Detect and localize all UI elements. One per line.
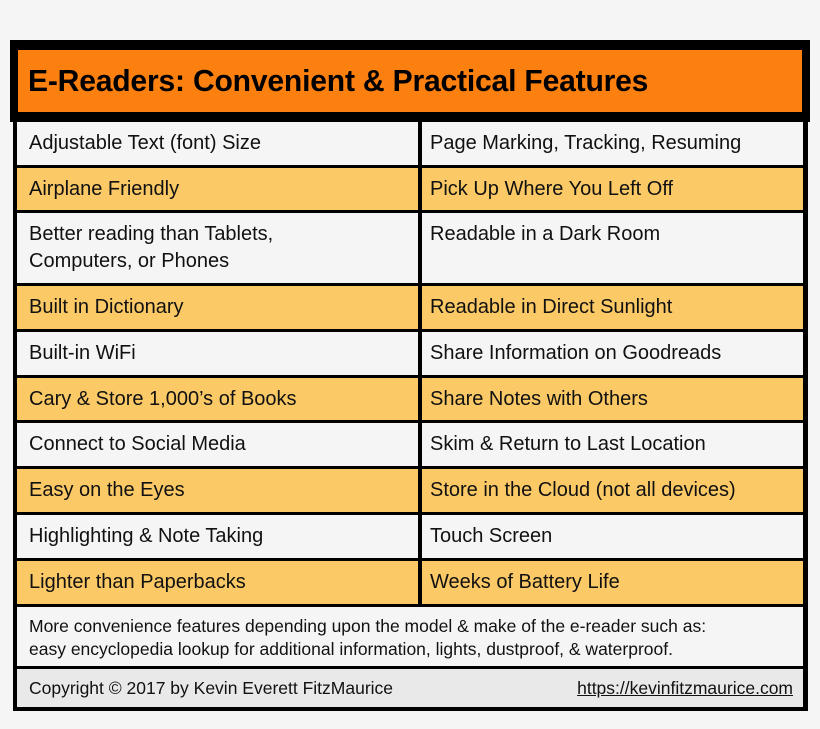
- feature-cell-left: Highlighting & Note Taking: [17, 515, 418, 558]
- feature-label: Store in the Cloud (not all devices): [430, 479, 736, 501]
- feature-cell-right: Pick Up Where You Left Off: [422, 168, 803, 210]
- feature-label: Built-in WiFi: [29, 342, 136, 364]
- feature-cell-left: Airplane Friendly: [17, 168, 418, 210]
- feature-cell-right: Readable in a Dark Room: [422, 213, 803, 283]
- feature-label-line2: Computers, or Phones: [29, 250, 230, 272]
- feature-label: Share Notes with Others: [430, 388, 648, 410]
- footer: Copyright © 2017 by Kevin Everett FitzMa…: [17, 669, 803, 707]
- feature-label: Share Information on Goodreads: [430, 342, 722, 364]
- feature-cell-right: Touch Screen: [422, 515, 803, 558]
- feature-label: Page Marking, Tracking, Resuming: [430, 132, 742, 154]
- feature-cell-left: Built-in WiFi: [17, 332, 418, 375]
- note-line-1: More convenience features depending upon…: [29, 616, 707, 636]
- feature-cell-right: Store in the Cloud (not all devices): [422, 469, 803, 512]
- feature-label: Built in Dictionary: [29, 296, 184, 318]
- features-table: Adjustable Text (font) Size Page Marking…: [13, 120, 808, 711]
- website-link[interactable]: https://kevinfitzmaurice.com: [577, 678, 793, 699]
- feature-cell-left: Adjustable Text (font) Size: [17, 122, 418, 165]
- feature-label: Highlighting & Note Taking: [29, 525, 264, 547]
- feature-label: Cary & Store 1,000’s of Books: [29, 388, 297, 410]
- title-banner: E-Readers: Convenient & Practical Featur…: [10, 40, 810, 122]
- feature-label: Adjustable Text (font) Size: [29, 132, 261, 154]
- note-line-2: easy encyclopedia lookup for additional …: [29, 639, 673, 659]
- feature-cell-left: Better reading than Tablets, Computers, …: [17, 213, 418, 283]
- feature-label: Better reading than Tablets,: [29, 223, 274, 245]
- feature-label: Weeks of Battery Life: [430, 571, 620, 593]
- feature-cell-right: Readable in Direct Sunlight: [422, 286, 803, 329]
- feature-label: Readable in Direct Sunlight: [430, 296, 673, 318]
- feature-cell-left: Connect to Social Media: [17, 423, 418, 466]
- feature-cell-right: Share Notes with Others: [422, 378, 803, 420]
- feature-cell-right: Share Information on Goodreads: [422, 332, 803, 375]
- copyright-text: Copyright © 2017 by Kevin Everett FitzMa…: [29, 677, 394, 698]
- feature-cell-left: Easy on the Eyes: [17, 469, 418, 512]
- feature-cell-right: Page Marking, Tracking, Resuming: [422, 122, 803, 165]
- title-banner-fill: E-Readers: Convenient & Practical Featur…: [18, 50, 802, 112]
- feature-cell-right: Skim & Return to Last Location: [422, 423, 803, 466]
- feature-label: Skim & Return to Last Location: [430, 433, 706, 455]
- feature-cell-left: Cary & Store 1,000’s of Books: [17, 378, 418, 420]
- feature-label: Readable in a Dark Room: [430, 223, 661, 245]
- feature-label: Connect to Social Media: [29, 433, 246, 455]
- feature-label: Touch Screen: [430, 525, 553, 547]
- feature-cell-right: Weeks of Battery Life: [422, 561, 803, 604]
- feature-label: Pick Up Where You Left Off: [430, 178, 674, 200]
- feature-cell-left: Built in Dictionary: [17, 286, 418, 329]
- feature-cell-left: Lighter than Paperbacks: [17, 561, 418, 604]
- page-title: E-Readers: Convenient & Practical Featur…: [28, 63, 649, 98]
- feature-label: Airplane Friendly: [29, 178, 180, 200]
- additional-features-note: More convenience features depending upon…: [17, 607, 803, 666]
- feature-label: Lighter than Paperbacks: [29, 571, 246, 593]
- feature-label: Easy on the Eyes: [29, 479, 185, 501]
